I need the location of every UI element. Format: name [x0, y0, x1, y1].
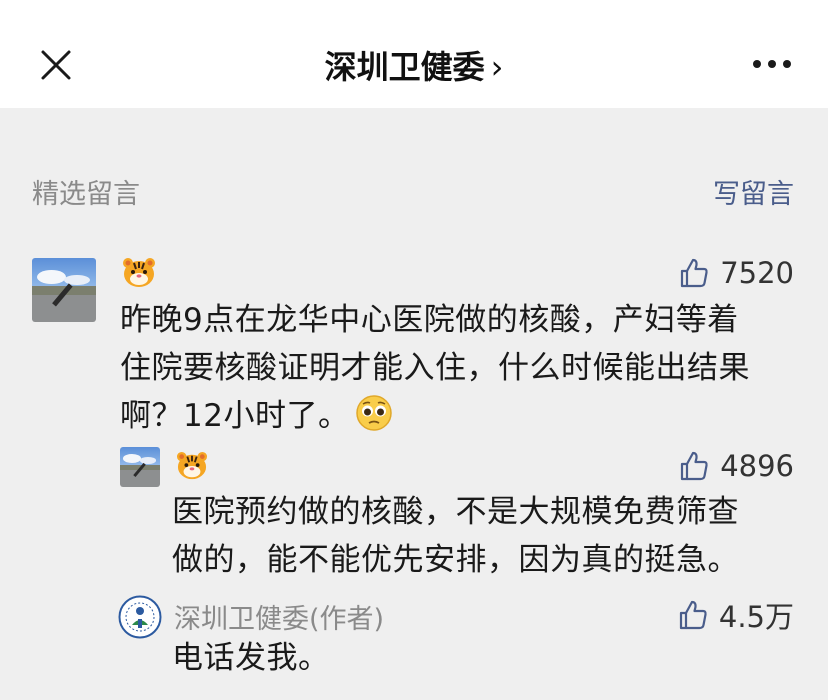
like-count: 4.5万	[718, 600, 794, 634]
more-icon	[753, 60, 791, 68]
comment-line: 昨晚9点在龙华中心医院做的核酸，产妇等着	[120, 302, 739, 338]
reply-like-button[interactable]: 4896	[678, 449, 794, 483]
like-button[interactable]: 7520	[678, 256, 794, 290]
write-comment-button[interactable]: 写留言	[713, 172, 794, 211]
reply-line: 做的，能不能优先安排，因为真的挺急。	[172, 542, 739, 578]
comment-line-last: 啊？12小时了。	[120, 392, 810, 440]
avatar[interactable]	[32, 258, 96, 322]
comments-section-bar: 精选留言 写留言	[0, 168, 828, 216]
section-title: 精选留言	[32, 179, 140, 210]
thumbs-up-icon	[679, 600, 707, 630]
health-commission-logo[interactable]	[118, 595, 162, 639]
author-reply-text: 电话发我。	[172, 640, 330, 676]
comment-text: 昨晚9点在龙华中心医院做的核酸，产妇等着 住院要核酸证明才能入住，什么时候能出结…	[120, 296, 810, 440]
thumbs-up-icon	[681, 258, 708, 288]
comment-line: 住院要核酸证明才能入住，什么时候能出结果	[120, 350, 750, 386]
reply-line: 医院预约做的核酸，不是大规模免费筛查	[172, 494, 739, 530]
reply-text: 医院预约做的核酸，不是大规模免费筛查 做的，能不能优先安排，因为真的挺急。	[172, 488, 812, 584]
more-button[interactable]	[752, 56, 792, 72]
author-name: 深圳卫健委(作者)	[174, 604, 385, 635]
like-count: 7520	[720, 256, 794, 290]
tiger-emoji	[123, 258, 155, 287]
account-title: 深圳卫健委	[324, 48, 485, 86]
author-like-button[interactable]: 4.5万	[677, 594, 794, 636]
nav-header: 深圳卫健委 ›	[0, 0, 828, 108]
thumbs-up-icon	[681, 451, 708, 481]
pleading-face-emoji	[356, 395, 393, 431]
chevron-right-icon: ›	[490, 48, 504, 86]
tiger-emoji	[177, 451, 207, 480]
reply-avatar[interactable]	[120, 447, 160, 487]
account-title-link[interactable]: 深圳卫健委 ›	[0, 42, 828, 88]
like-count: 4896	[720, 449, 794, 483]
